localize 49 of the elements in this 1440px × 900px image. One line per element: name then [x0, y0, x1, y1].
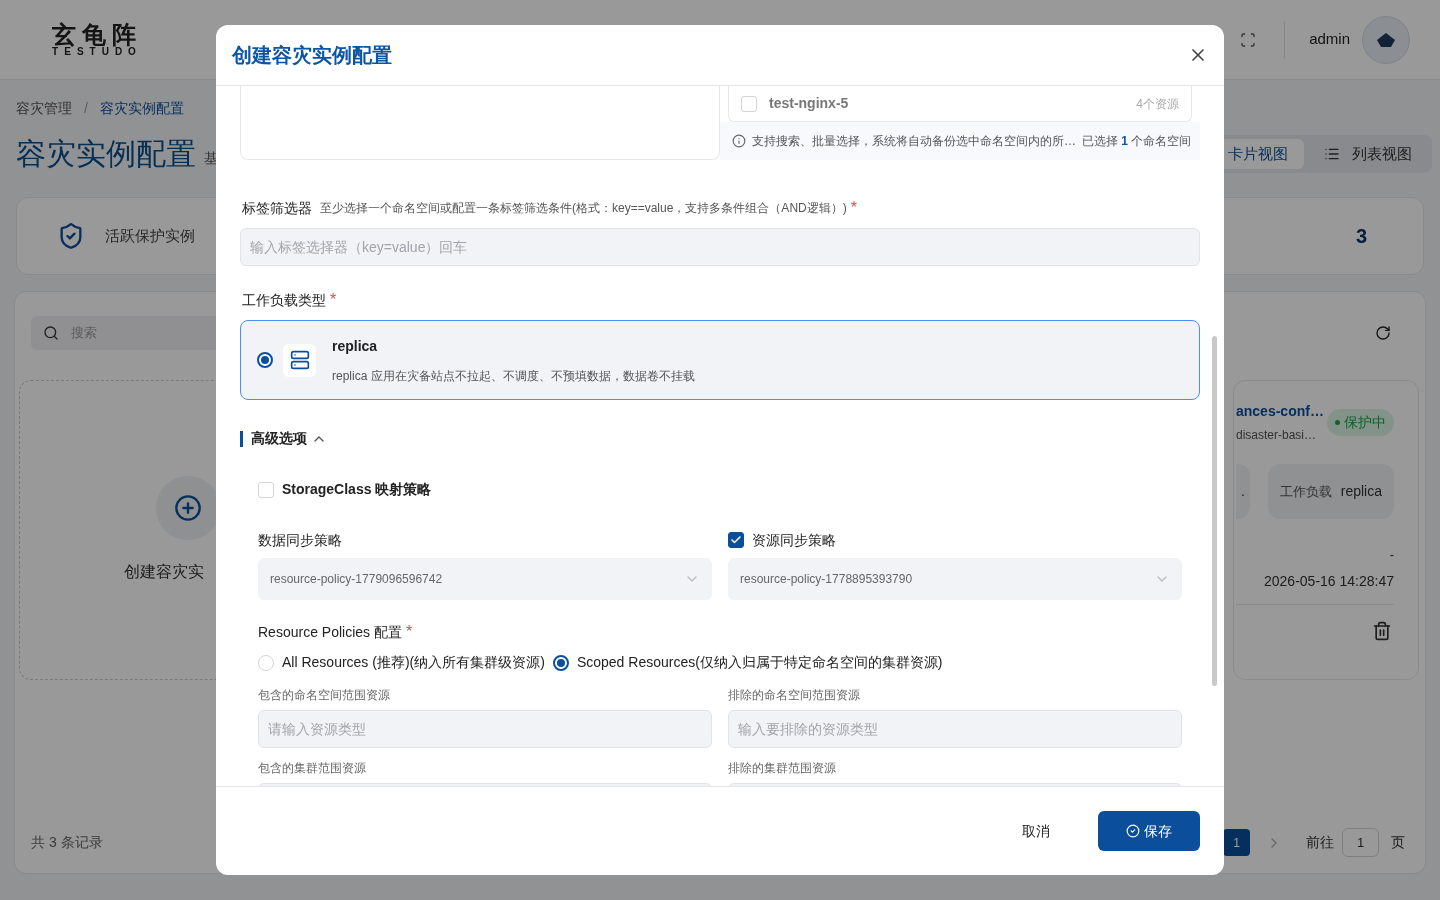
save-button[interactable]: 保存 [1098, 811, 1200, 851]
resource-count: 4个资源 [1136, 95, 1179, 113]
radio-label: Scoped Resources(仅纳入归属于特定命名空间的集群资源) [576, 653, 943, 672]
goto-label: 前往 [1306, 833, 1334, 852]
required-mark: * [405, 622, 413, 642]
stats-value: 3 [1355, 224, 1367, 249]
selected-count-text: 已选择 1 个命名空间 [1082, 133, 1192, 150]
stat-tile: . [1236, 464, 1250, 519]
field-label: 数据同步策略 [258, 531, 343, 549]
breadcrumb-item[interactable]: 容灾管理 [16, 98, 72, 119]
field-label: 包含的集群范围资源 [258, 760, 367, 777]
page-number[interactable]: 1 [1223, 829, 1250, 856]
view-tab[interactable]: 列表视图 [1308, 139, 1428, 169]
breadcrumb-separator: / [84, 99, 88, 118]
namespace-hint: 支持搜索、批量选择，系统将自动备份选中命名空间内的所… [752, 133, 1076, 150]
created-time: 2026-05-16 14:28:47 [1263, 571, 1394, 591]
field-label: 包含的命名空间范围资源 [258, 687, 391, 704]
option-title: replica [332, 336, 379, 356]
status-badge: 保护中 [1327, 409, 1394, 436]
field-label: 排除的集群范围资源 [728, 760, 837, 777]
required-mark: * [330, 290, 337, 310]
goto-page-field[interactable]: 1 [1342, 828, 1379, 857]
checkbox-label: 资源同步策略 [752, 530, 836, 550]
dialog-title: 创建容灾实例配置 [232, 43, 392, 68]
page-unit: 页 [1391, 833, 1405, 852]
namespace-row[interactable]: test-nginx-5 4个资源 [741, 93, 1179, 114]
required-mark: * [850, 198, 857, 218]
logo-text: 玄龟阵 [52, 22, 142, 47]
field-label: 排除的命名空间范围资源 [728, 687, 861, 704]
policy-select[interactable]: resource-policy-1778895393790 [728, 558, 1182, 600]
workload-option[interactable]: replica replica 应用在灾备站点不拉起、不调度、不预填数据，数据卷不挂载 [240, 320, 1200, 400]
instance-subtitle: disaster-basi… [1236, 427, 1318, 444]
logo-subtext: TESTUDO [52, 46, 142, 57]
total-records: 共 3 条记录 [31, 833, 103, 852]
create-card-label: 创建容灾实 [124, 562, 204, 582]
workload-value: replica [1340, 482, 1382, 501]
field-value: - [1388, 546, 1394, 564]
workload-label: 工作负载 [1280, 482, 1332, 501]
instance-name[interactable]: ances-conf… [1236, 401, 1324, 422]
stats-label: 活跃保护实例 [105, 225, 195, 246]
field-hint: 至少选择一个命名空间或配置一条标签筛选条件(格式：key==value，支持多条件组合（AND逻辑）) [320, 200, 847, 217]
section-title: 高级选项 [251, 429, 307, 448]
user-name[interactable]: admin [1309, 28, 1350, 51]
breadcrumb-item[interactable]: 容灾实例配置 [99, 98, 184, 119]
field-label: 标签筛选器 [242, 198, 312, 218]
field-label: 工作负载类型 [242, 290, 326, 310]
page-title: 容灾实例配置 [16, 139, 196, 169]
policy-select[interactable]: resource-policy-1779096596742 [258, 558, 712, 600]
namespace-name: test-nginx-5 [769, 94, 849, 113]
